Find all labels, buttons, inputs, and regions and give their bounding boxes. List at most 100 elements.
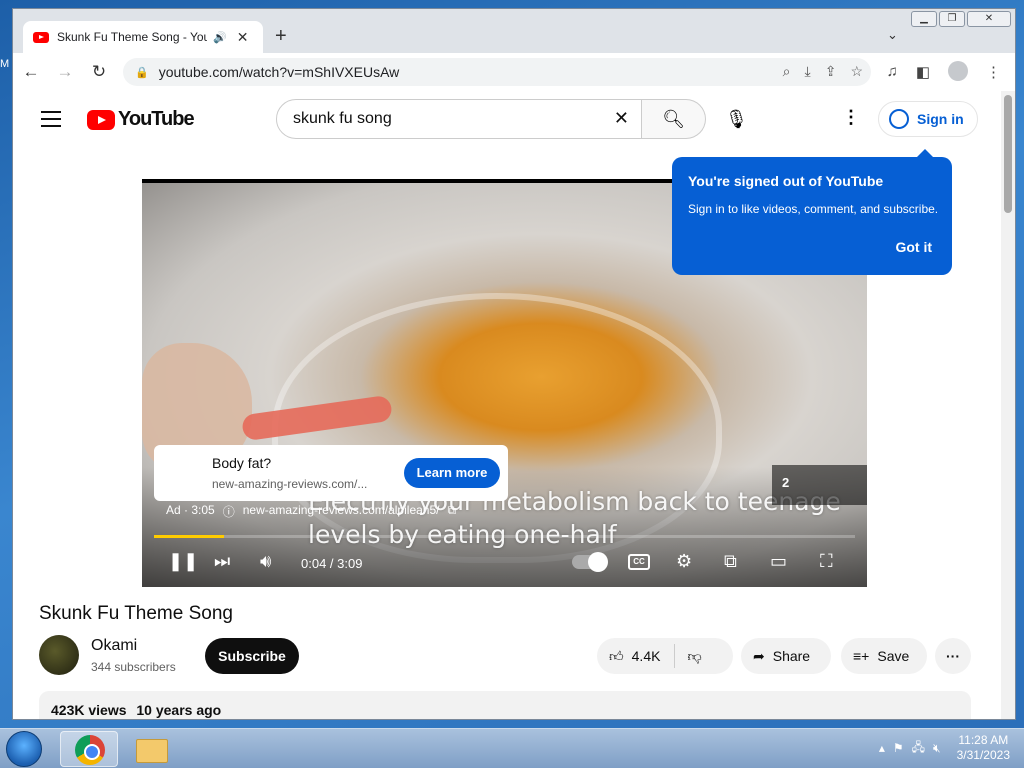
search-query: skunk fu song [293, 110, 392, 127]
ad-card[interactable]: Body fat? new-amazing-reviews.com/... Le… [154, 445, 508, 501]
reload-icon[interactable]: ↻ [83, 62, 115, 82]
sign-in-label: Sign in [917, 111, 964, 127]
external-link-icon[interactable]: ⧉ [447, 503, 456, 520]
settings-kebab-icon[interactable]: ⋮ [842, 107, 860, 128]
tab-search-icon[interactable]: ⌄ [887, 27, 898, 43]
theater-mode-icon[interactable]: ▭ [770, 551, 787, 572]
search-input[interactable]: skunk fu song ✕ [276, 99, 642, 139]
ad-label: Ad · 3:05 [166, 503, 215, 517]
browser-window: Skunk Fu Theme Song - YouTube 🔊 ✕ + ⌄ ▁ … [12, 8, 1016, 720]
ad-info: Ad · 3:05 ⓘ new-amazing-reviews.com/alpi… [166, 503, 456, 520]
folder-icon [136, 739, 168, 763]
tab-strip: Skunk Fu Theme Song - YouTube 🔊 ✕ + ⌄ ▁ … [13, 9, 1015, 53]
side-panel-icon[interactable]: ◧ [916, 63, 930, 83]
volume-icon[interactable]: 🔊︎ [260, 551, 271, 572]
clock-date: 3/31/2023 [956, 748, 1010, 762]
taskbar-explorer[interactable] [124, 731, 182, 767]
miniplayer-icon[interactable]: ⧉ [724, 551, 737, 572]
taskbar: ▴ ⚑ 🖧︎ 🔇︎ 11:28 AM 3/31/2023 [0, 728, 1024, 768]
like-divider [674, 644, 676, 668]
address-bar[interactable]: 🔒 youtube.com/watch?v=mShIVXEUsAw ⌕ ⤓ ⇪ … [123, 58, 871, 86]
lock-icon[interactable]: 🔒 [135, 66, 149, 79]
tab-youtube[interactable]: Skunk Fu Theme Song - YouTube 🔊 ✕ [23, 21, 263, 53]
profile-avatar-icon[interactable] [948, 61, 968, 81]
ad-title: Body fat? [212, 455, 272, 471]
minimize-button[interactable]: ▁ [911, 11, 937, 27]
forward-icon[interactable]: → [49, 62, 81, 82]
more-actions-button[interactable]: ··· [935, 638, 971, 674]
page-scrollbar[interactable] [1001, 91, 1015, 719]
share-icon: ➦ [753, 647, 765, 664]
progress-fill [154, 535, 225, 538]
signed-out-tooltip: You're signed out of YouTube Sign in to … [672, 149, 952, 275]
hamburger-menu-icon[interactable] [41, 111, 61, 132]
system-tray: ▴ ⚑ 🖧︎ 🔇︎ 11:28 AM 3/31/2023 [879, 733, 1010, 763]
close-window-button[interactable]: ✕ [967, 11, 1011, 27]
desktop-icon-fragment: M [0, 58, 10, 70]
subscribe-button[interactable]: Subscribe [205, 638, 299, 674]
microphone-icon[interactable]: 🎙︎ [725, 109, 748, 130]
window-controls: ▁ ❐ ✕ [911, 11, 1011, 27]
add-to-playlist-icon: ≡+ [853, 648, 870, 664]
chrome-icon [75, 735, 105, 765]
video-title: Skunk Fu Theme Song [39, 603, 233, 624]
volume-muted-icon[interactable]: 🔇︎ [933, 741, 941, 756]
ad-info-icon[interactable]: ⓘ [223, 503, 235, 520]
search-button[interactable]: 🔍︎ [642, 99, 706, 139]
speaker-icon[interactable]: 🔊 [213, 31, 227, 44]
action-center-icon[interactable]: ⚑ [893, 741, 904, 755]
clock[interactable]: 11:28 AM 3/31/2023 [957, 733, 1010, 763]
ad-url: new-amazing-reviews.com/... [212, 477, 368, 491]
scrollbar-thumb[interactable] [1004, 95, 1012, 213]
restore-button[interactable]: ❐ [939, 11, 965, 27]
show-hidden-icons-icon[interactable]: ▴ [879, 741, 885, 755]
channel-name[interactable]: Okami [91, 637, 137, 655]
thumbs-down-icon[interactable]: 👎︎ [687, 648, 701, 665]
youtube-logo[interactable]: YouTube [87, 108, 195, 131]
save-label: Save [877, 648, 910, 664]
thumbs-up-icon[interactable]: 👍︎ [609, 648, 624, 665]
pause-icon[interactable]: ❚❚ [168, 551, 198, 572]
zoom-icon[interactable]: ⌕ [783, 63, 791, 80]
description-box[interactable]: 423K views 10 years ago [39, 691, 971, 719]
fullscreen-icon[interactable]: ⛶ [820, 551, 833, 572]
skip-countdown[interactable]: 2 [772, 465, 867, 505]
media-control-icon[interactable]: ♫ [887, 63, 898, 83]
install-icon[interactable]: ⤓ [805, 63, 811, 80]
ad-display-url[interactable]: new-amazing-reviews.com/alpilean5/ [243, 503, 440, 520]
captions-icon[interactable]: CC [628, 554, 650, 570]
save-button[interactable]: ≡+ Save [841, 638, 927, 674]
channel-avatar[interactable] [39, 635, 79, 675]
more-horizontal-icon: ··· [946, 648, 960, 664]
clear-search-icon[interactable]: ✕ [614, 108, 629, 129]
close-tab-icon[interactable]: ✕ [237, 29, 249, 46]
progress-bar[interactable] [154, 535, 855, 538]
browser-menu-icon[interactable]: ⋮ [986, 63, 1001, 83]
start-button[interactable] [6, 731, 42, 767]
account-icon [889, 109, 909, 129]
youtube-favicon-icon [33, 31, 49, 43]
got-it-button[interactable]: Got it [895, 239, 932, 255]
clock-time: 11:28 AM [958, 733, 1009, 747]
network-icon[interactable]: 🖧︎ [912, 738, 925, 759]
subscriber-count: 344 subscribers [91, 660, 176, 674]
tooltip-body: Sign in to like videos, comment, and sub… [688, 202, 939, 216]
next-icon[interactable]: ⏭︎ [214, 551, 230, 572]
like-count[interactable]: 4.4K [632, 648, 661, 664]
youtube-play-icon [87, 109, 115, 130]
bookmark-star-icon[interactable]: ☆ [850, 63, 863, 80]
back-icon[interactable]: ← [15, 62, 47, 82]
share-page-icon[interactable]: ⇪ [825, 63, 837, 80]
learn-more-button[interactable]: Learn more [404, 458, 500, 488]
share-label: Share [772, 648, 811, 664]
autoplay-toggle[interactable] [572, 552, 608, 572]
taskbar-chrome[interactable] [60, 731, 118, 767]
share-button[interactable]: ➦ Share [741, 638, 831, 674]
time-display: 0:04 / 3:09 [301, 556, 363, 571]
sign-in-button[interactable]: Sign in [878, 101, 978, 137]
new-tab-button[interactable]: + [275, 25, 287, 48]
view-count: 423K views [51, 702, 127, 718]
youtube-wordmark: YouTube [118, 108, 195, 130]
tooltip-title: You're signed out of YouTube [688, 173, 884, 189]
settings-gear-icon[interactable]: ⚙︎ [676, 551, 692, 572]
